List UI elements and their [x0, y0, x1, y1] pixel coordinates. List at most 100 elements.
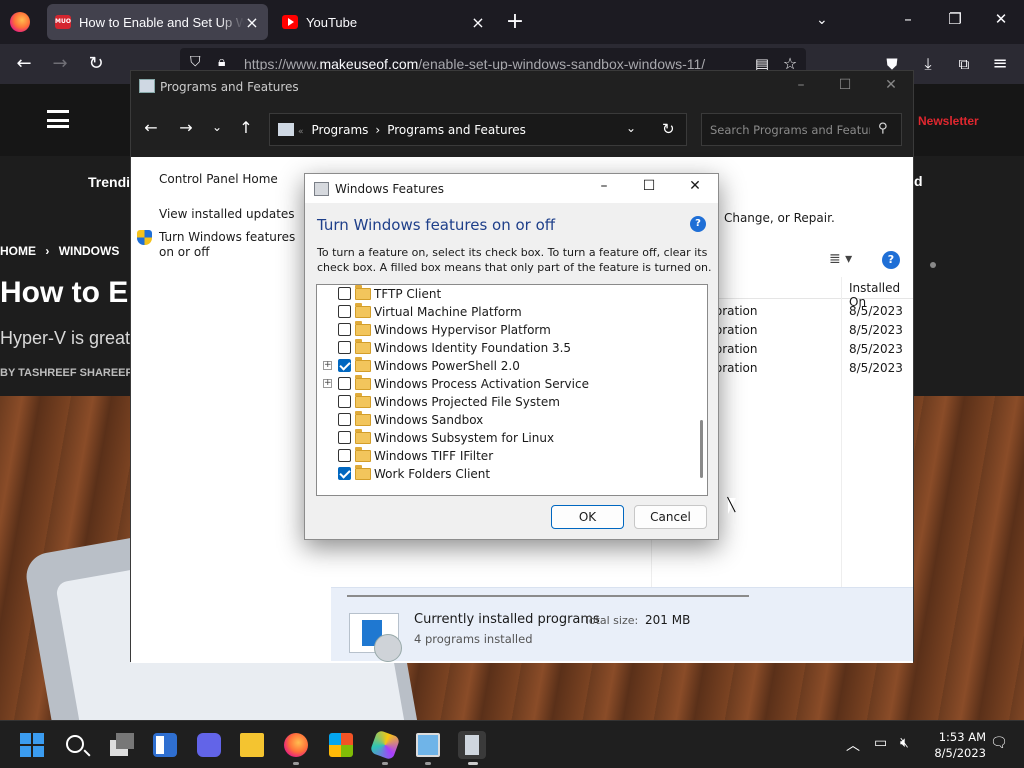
feature-item[interactable]: Windows TIFF IFilter — [317, 447, 695, 465]
widgets-icon[interactable] — [153, 733, 177, 757]
feature-item-windows-sandbox[interactable]: Windows Sandbox — [317, 411, 695, 429]
tracking-shield-icon[interactable]: ⛉ — [190, 54, 201, 70]
search-icon[interactable]: ⚲ — [878, 121, 888, 136]
teams-chat-icon[interactable] — [197, 733, 221, 757]
firefox-icon[interactable] — [284, 733, 308, 757]
microsoft-store-icon[interactable] — [329, 733, 353, 757]
tab-close-icon[interactable]: × — [470, 13, 486, 32]
list-all-tabs-chevron-icon[interactable]: ⌄ — [816, 12, 828, 28]
scrollbar-thumb[interactable] — [700, 420, 703, 478]
windows-features-taskbar-icon[interactable] — [458, 731, 486, 759]
tab-close-icon[interactable]: × — [244, 13, 260, 32]
feature-item[interactable]: Virtual Machine Platform — [317, 303, 695, 321]
search-box[interactable]: Search Programs and Features ⚲ — [701, 113, 902, 146]
downloads-icon[interactable]: ⤓ — [916, 52, 940, 76]
feature-checkbox[interactable] — [338, 449, 351, 462]
address-programs-features[interactable]: Programs and Features — [387, 123, 526, 137]
forward-arrow-icon[interactable]: → — [174, 118, 198, 137]
maximize-icon[interactable]: ☐ — [833, 77, 857, 93]
article-byline[interactable]: BY TASHREEF SHAREEF — [0, 367, 132, 379]
folder-icon — [355, 429, 371, 444]
start-windows-icon[interactable] — [20, 733, 44, 757]
feature-checkbox[interactable] — [338, 395, 351, 408]
folder-icon — [355, 393, 371, 408]
maximize-icon[interactable]: ☐ — [634, 178, 664, 194]
recent-locations-chevron-icon[interactable]: ⌄ — [205, 120, 229, 134]
address-bar[interactable]: « Programs › Programs and Features ⌄ ↻ — [269, 113, 687, 146]
expand-plus-icon[interactable]: + — [323, 361, 332, 370]
features-tree[interactable]: TFTP Client Virtual Machine Platform Win… — [316, 284, 708, 496]
app-icon[interactable] — [369, 729, 401, 761]
feature-item[interactable]: Windows Hypervisor Platform — [317, 321, 695, 339]
address-programs[interactable]: Programs — [312, 123, 369, 137]
close-icon[interactable]: ✕ — [680, 178, 710, 194]
view-installed-updates-link[interactable]: View installed updates — [159, 207, 295, 221]
feature-checkbox[interactable] — [338, 305, 351, 318]
horizontal-scrollbar[interactable] — [347, 595, 749, 597]
feature-item[interactable]: Windows Identity Foundation 3.5 — [317, 339, 695, 357]
expand-plus-icon[interactable]: + — [323, 379, 332, 388]
feature-item[interactable]: Work Folders Client — [317, 465, 695, 483]
feature-checkbox[interactable] — [338, 359, 351, 372]
task-view-icon[interactable] — [110, 733, 134, 757]
cancel-button[interactable]: Cancel — [634, 505, 707, 529]
app-menu-icon[interactable]: ≡ — [988, 52, 1012, 76]
folder-icon — [355, 447, 371, 462]
feature-checkbox[interactable] — [338, 467, 351, 480]
control-panel-icon[interactable] — [416, 733, 440, 757]
firefox-menu-icon[interactable] — [10, 12, 30, 32]
tab-youtube[interactable]: YouTube × — [274, 4, 494, 40]
feature-checkbox[interactable] — [338, 377, 351, 390]
file-explorer-icon[interactable] — [240, 733, 264, 757]
view-options-icon[interactable]: ≣ ▾ — [829, 251, 852, 267]
makeuseof-favicon-icon: MUO — [55, 15, 71, 29]
tab-title: How to Enable and Set Up Windows Sandbox — [79, 14, 244, 30]
taskbar: ︿ ▭ 🔇︎ 1:53 AM 8/5/2023 🗨︎ — [0, 720, 1024, 768]
back-arrow-icon[interactable]: ← — [139, 118, 163, 137]
breadcrumb-windows[interactable]: WINDOWS — [59, 244, 120, 258]
up-arrow-icon[interactable]: ↑ — [234, 118, 258, 137]
feature-checkbox[interactable] — [338, 431, 351, 444]
back-arrow-icon[interactable]: ← — [12, 52, 36, 76]
site-menu-icon[interactable] — [47, 110, 69, 128]
reload-icon[interactable]: ↻ — [84, 52, 108, 76]
new-tab-plus-icon[interactable]: + — [504, 8, 526, 36]
feature-item[interactable]: + Windows Process Activation Service — [317, 375, 695, 393]
refresh-icon[interactable]: ↻ — [662, 120, 675, 138]
close-window-icon[interactable]: ✕ — [986, 10, 1016, 28]
clock[interactable]: 1:53 AM 8/5/2023 — [930, 729, 986, 761]
lock-icon[interactable]: 🔒︎ — [218, 54, 225, 70]
network-icon[interactable]: ▭ — [874, 735, 887, 751]
forward-arrow-icon[interactable]: → — [48, 52, 72, 76]
address-dropdown-icon[interactable]: ⌄ — [626, 121, 636, 135]
feature-item[interactable]: TFTP Client — [317, 285, 695, 303]
feature-checkbox[interactable] — [338, 341, 351, 354]
control-panel-home-link[interactable]: Control Panel Home — [159, 172, 278, 186]
feature-checkbox[interactable] — [338, 323, 351, 336]
turn-windows-features-link[interactable]: Turn Windows features on or off — [159, 230, 309, 260]
feature-checkbox[interactable] — [338, 287, 351, 300]
volume-icon[interactable]: 🔇︎ — [900, 735, 909, 751]
help-icon[interactable]: ? — [882, 251, 900, 269]
feature-item[interactable]: Windows Projected File System — [317, 393, 695, 411]
close-icon[interactable]: ✕ — [879, 77, 903, 93]
tray-overflow-chevron-icon[interactable]: ︿ — [846, 735, 860, 755]
ok-button[interactable]: OK — [551, 505, 624, 529]
minimize-icon[interactable]: – — [589, 178, 619, 194]
help-icon[interactable]: ? — [690, 216, 706, 232]
tab-makeuseof[interactable]: MUO How to Enable and Set Up Windows San… — [47, 4, 268, 40]
search-icon[interactable] — [66, 735, 84, 753]
restore-icon[interactable]: ❐ — [940, 10, 970, 28]
vertical-scrollbar[interactable] — [697, 285, 707, 495]
minimize-icon[interactable]: – — [893, 10, 923, 28]
feature-item[interactable]: Windows Subsystem for Linux — [317, 429, 695, 447]
feature-item[interactable]: + Windows PowerShell 2.0 — [317, 357, 695, 375]
minimize-icon[interactable]: – — [789, 77, 813, 93]
newsletter-link[interactable]: Newsletter — [918, 114, 979, 128]
dialog-title: Windows Features — [335, 182, 444, 196]
notifications-icon[interactable]: 🗨︎ — [990, 735, 1008, 751]
feature-checkbox[interactable] — [338, 413, 351, 426]
overflow-chevron-icon[interactable]: « — [298, 127, 304, 137]
extensions-puzzle-icon[interactable]: ⧉ — [952, 52, 976, 76]
breadcrumb-home[interactable]: HOME — [0, 244, 36, 258]
